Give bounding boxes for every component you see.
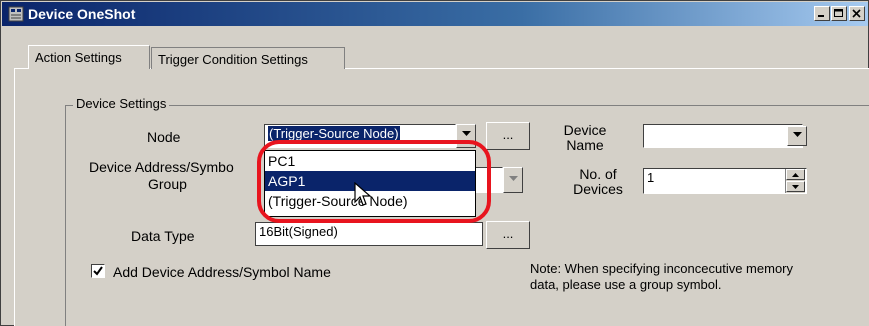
note-text: Note: When specifying inconcecutive memo… bbox=[530, 261, 794, 292]
node-select[interactable]: (Trigger-Source Node) bbox=[264, 124, 456, 148]
device-address-label: Device Address/Symbo Group bbox=[89, 159, 269, 193]
device-name-label: Device Name bbox=[555, 123, 615, 153]
node-select-value: (Trigger-Source Node) bbox=[268, 126, 400, 141]
data-type-value: 16Bit(Signed) bbox=[259, 224, 338, 239]
tab-action-settings[interactable]: Action Settings bbox=[28, 45, 150, 69]
spin-up-button[interactable] bbox=[786, 169, 805, 180]
tab-trigger-condition-settings[interactable]: Trigger Condition Settings bbox=[151, 47, 345, 69]
device-oneshot-dialog: Device OneShot Action Settings Trigger C… bbox=[0, 0, 869, 326]
chevron-down-icon bbox=[793, 132, 802, 137]
window-title: Device OneShot bbox=[28, 6, 136, 22]
no-of-devices-label-line2: Devices bbox=[573, 181, 623, 197]
device-address-label-line2: Group bbox=[148, 176, 187, 192]
add-symbol-checkbox-label: Add Device Address/Symbol Name bbox=[113, 264, 331, 280]
add-symbol-checkbox[interactable] bbox=[91, 264, 105, 278]
no-of-devices-label-line1: No. of bbox=[579, 166, 617, 182]
device-name-dropdown-button[interactable] bbox=[787, 126, 807, 146]
no-of-devices-input[interactable]: 1 bbox=[643, 168, 807, 194]
dropdown-option-pc1[interactable]: PC1 bbox=[265, 151, 475, 171]
close-button[interactable] bbox=[849, 6, 865, 21]
data-type-browse-button[interactable]: ... bbox=[486, 221, 530, 249]
no-of-devices-label: No. of Devices bbox=[568, 167, 628, 197]
no-of-devices-spinner[interactable] bbox=[785, 169, 805, 193]
tab-label: Action Settings bbox=[35, 50, 122, 65]
app-icon bbox=[8, 6, 24, 22]
device-address-dropdown-button[interactable] bbox=[503, 167, 523, 193]
data-type-select[interactable]: 16Bit(Signed) bbox=[255, 222, 483, 246]
node-dropdown-button[interactable] bbox=[456, 124, 476, 148]
device-address-label-line1: Device Address/Symbo bbox=[89, 159, 234, 175]
spin-down-button[interactable] bbox=[786, 181, 805, 192]
checkmark-icon bbox=[93, 266, 103, 276]
maximize-icon bbox=[834, 9, 843, 17]
no-of-devices-value: 1 bbox=[647, 170, 655, 185]
device-name-label-line2: Name bbox=[566, 137, 604, 153]
maximize-button[interactable] bbox=[831, 6, 847, 21]
minimize-icon bbox=[818, 15, 824, 17]
node-label: Node bbox=[147, 129, 181, 145]
close-icon bbox=[852, 9, 861, 18]
chevron-down-icon bbox=[462, 131, 471, 136]
device-name-select[interactable] bbox=[643, 124, 803, 148]
device-settings-legend: Device Settings bbox=[73, 96, 170, 111]
minimize-button[interactable] bbox=[814, 6, 830, 21]
chevron-down-icon bbox=[509, 176, 518, 181]
node-browse-button[interactable]: ... bbox=[486, 122, 530, 150]
data-type-label: Data Type bbox=[131, 228, 195, 244]
title-bar[interactable]: Device OneShot bbox=[2, 2, 868, 26]
arrow-up-icon bbox=[792, 173, 799, 177]
device-name-label-line1: Device bbox=[563, 122, 607, 138]
mouse-cursor-icon bbox=[354, 182, 372, 206]
tab-label: Trigger Condition Settings bbox=[158, 52, 308, 67]
arrow-down-icon bbox=[792, 185, 799, 189]
